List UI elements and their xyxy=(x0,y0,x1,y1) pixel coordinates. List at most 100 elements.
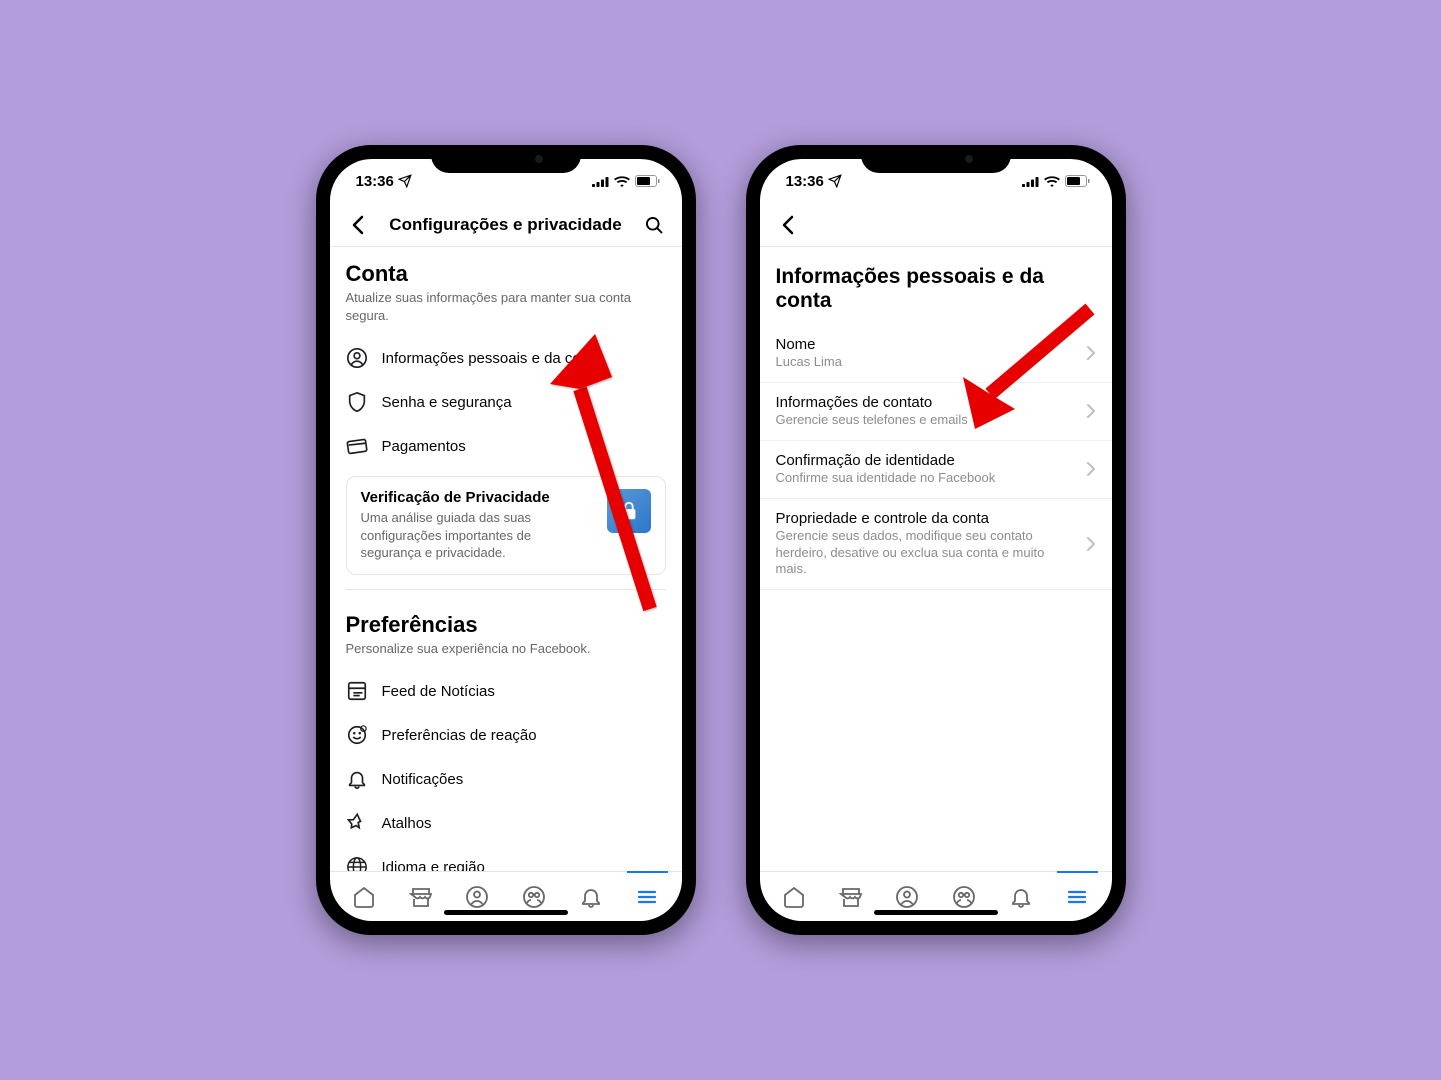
search-button[interactable] xyxy=(640,215,668,235)
row-password-security[interactable]: Senha e segurança xyxy=(330,380,682,424)
chevron-left-icon xyxy=(352,215,364,235)
tab-notifications[interactable] xyxy=(562,872,619,921)
row-name-title: Nome xyxy=(776,336,1076,353)
chevron-left-icon xyxy=(782,215,794,235)
tab-menu[interactable] xyxy=(1049,872,1106,921)
iphone-notch xyxy=(431,145,581,173)
row-reaction-prefs[interactable]: Preferências de reação xyxy=(330,713,682,757)
location-arrow-icon xyxy=(828,174,842,188)
row-language-region-label: Idioma e região xyxy=(382,859,485,871)
tab-home[interactable] xyxy=(336,872,393,921)
cellular-signal-icon xyxy=(1022,176,1039,187)
credit-card-icon xyxy=(346,435,368,457)
row-contact-info-title: Informações de contato xyxy=(776,394,1076,411)
groups-icon xyxy=(522,885,546,909)
row-notifications[interactable]: Notificações xyxy=(330,757,682,801)
row-contact-info-subtitle: Gerencie seus telefones e emails xyxy=(776,412,1076,429)
section-divider xyxy=(346,589,666,590)
row-payments[interactable]: Pagamentos xyxy=(330,424,682,468)
battery-icon xyxy=(635,175,660,187)
row-shortcuts-label: Atalhos xyxy=(382,815,432,832)
chevron-right-icon xyxy=(1086,536,1096,552)
privacy-card-subtitle: Uma análise guiada das suas configuraçõe… xyxy=(361,509,595,562)
row-identity-confirmation[interactable]: Confirmação de identidade Confirme sua i… xyxy=(760,441,1112,499)
status-time: 13:36 xyxy=(786,173,824,190)
tab-notifications[interactable] xyxy=(992,872,1049,921)
iphone-notch xyxy=(861,145,1011,173)
globe-icon xyxy=(346,856,368,871)
home-indicator[interactable] xyxy=(874,910,998,915)
page-title: Informações pessoais e da conta xyxy=(760,247,1112,325)
location-arrow-icon xyxy=(398,174,412,188)
chevron-right-icon xyxy=(1086,345,1096,361)
row-name-subtitle: Lucas Lima xyxy=(776,354,1076,371)
lock-illustration-icon xyxy=(607,489,651,533)
row-identity-title: Confirmação de identidade xyxy=(776,452,1076,469)
chevron-right-icon xyxy=(1086,461,1096,477)
hamburger-icon xyxy=(1065,885,1089,909)
row-personal-info-label: Informações pessoais e da conta xyxy=(382,350,602,367)
store-icon xyxy=(409,885,433,909)
bell-tab-icon xyxy=(579,885,603,909)
screen-left: 13:36 Configurações e privacidade Conta xyxy=(330,159,682,921)
row-account-control-title: Propriedade e controle da conta xyxy=(776,510,1076,527)
section-prefs-subtitle: Personalize sua experiência no Facebook. xyxy=(346,640,666,658)
row-identity-subtitle: Confirme sua identidade no Facebook xyxy=(776,470,1076,487)
row-shortcuts[interactable]: Atalhos xyxy=(330,801,682,845)
profile-icon xyxy=(465,885,489,909)
pin-icon xyxy=(346,812,368,834)
phone-mockup-left: 13:36 Configurações e privacidade Conta xyxy=(316,145,696,935)
nav-header: . xyxy=(760,203,1112,247)
back-button[interactable] xyxy=(344,215,372,235)
content-scroll[interactable]: Conta Atualize suas informações para man… xyxy=(330,247,682,871)
cellular-signal-icon xyxy=(592,176,609,187)
back-button[interactable] xyxy=(774,215,802,235)
bell-icon xyxy=(346,768,368,790)
groups-icon xyxy=(952,885,976,909)
person-circle-icon xyxy=(346,347,368,369)
profile-icon xyxy=(895,885,919,909)
reaction-icon xyxy=(346,724,368,746)
content-scroll[interactable]: Informações pessoais e da conta Nome Luc… xyxy=(760,247,1112,871)
row-reaction-prefs-label: Preferências de reação xyxy=(382,727,537,744)
section-preferences: Preferências Personalize sua experiência… xyxy=(330,598,682,670)
section-account-subtitle: Atualize suas informações para manter su… xyxy=(346,289,666,324)
wifi-icon xyxy=(614,175,630,187)
phone-mockup-right: 13:36 . Informações pessoais e da conta … xyxy=(746,145,1126,935)
shield-icon xyxy=(346,391,368,413)
row-password-security-label: Senha e segurança xyxy=(382,394,512,411)
page-header-title: Configurações e privacidade xyxy=(372,215,640,235)
tab-marketplace[interactable] xyxy=(392,872,449,921)
home-icon xyxy=(352,885,376,909)
home-icon xyxy=(782,885,806,909)
bell-tab-icon xyxy=(1009,885,1033,909)
row-language-region[interactable]: Idioma e região xyxy=(330,845,682,871)
row-personal-info[interactable]: Informações pessoais e da conta xyxy=(330,336,682,380)
privacy-card-title: Verificação de Privacidade xyxy=(361,489,595,506)
row-notifications-label: Notificações xyxy=(382,771,464,788)
row-name[interactable]: Nome Lucas Lima xyxy=(760,325,1112,383)
section-prefs-title: Preferências xyxy=(346,612,666,638)
home-indicator[interactable] xyxy=(444,910,568,915)
tab-home[interactable] xyxy=(766,872,823,921)
row-news-feed-label: Feed de Notícias xyxy=(382,683,495,700)
row-news-feed[interactable]: Feed de Notícias xyxy=(330,669,682,713)
row-account-control[interactable]: Propriedade e controle da conta Gerencie… xyxy=(760,499,1112,591)
section-account-title: Conta xyxy=(346,261,666,287)
hamburger-icon xyxy=(635,885,659,909)
chevron-right-icon xyxy=(1086,403,1096,419)
status-time: 13:36 xyxy=(356,173,394,190)
row-contact-info[interactable]: Informações de contato Gerencie seus tel… xyxy=(760,383,1112,441)
row-payments-label: Pagamentos xyxy=(382,438,466,455)
privacy-check-card[interactable]: Verificação de Privacidade Uma análise g… xyxy=(346,476,666,575)
nav-header: Configurações e privacidade xyxy=(330,203,682,247)
search-icon xyxy=(644,215,664,235)
section-account: Conta Atualize suas informações para man… xyxy=(330,247,682,336)
screen-right: 13:36 . Informações pessoais e da conta … xyxy=(760,159,1112,921)
tab-menu[interactable] xyxy=(619,872,676,921)
wifi-icon xyxy=(1044,175,1060,187)
battery-icon xyxy=(1065,175,1090,187)
row-account-control-subtitle: Gerencie seus dados, modifique seu conta… xyxy=(776,528,1076,579)
feed-icon xyxy=(346,680,368,702)
tab-marketplace[interactable] xyxy=(822,872,879,921)
